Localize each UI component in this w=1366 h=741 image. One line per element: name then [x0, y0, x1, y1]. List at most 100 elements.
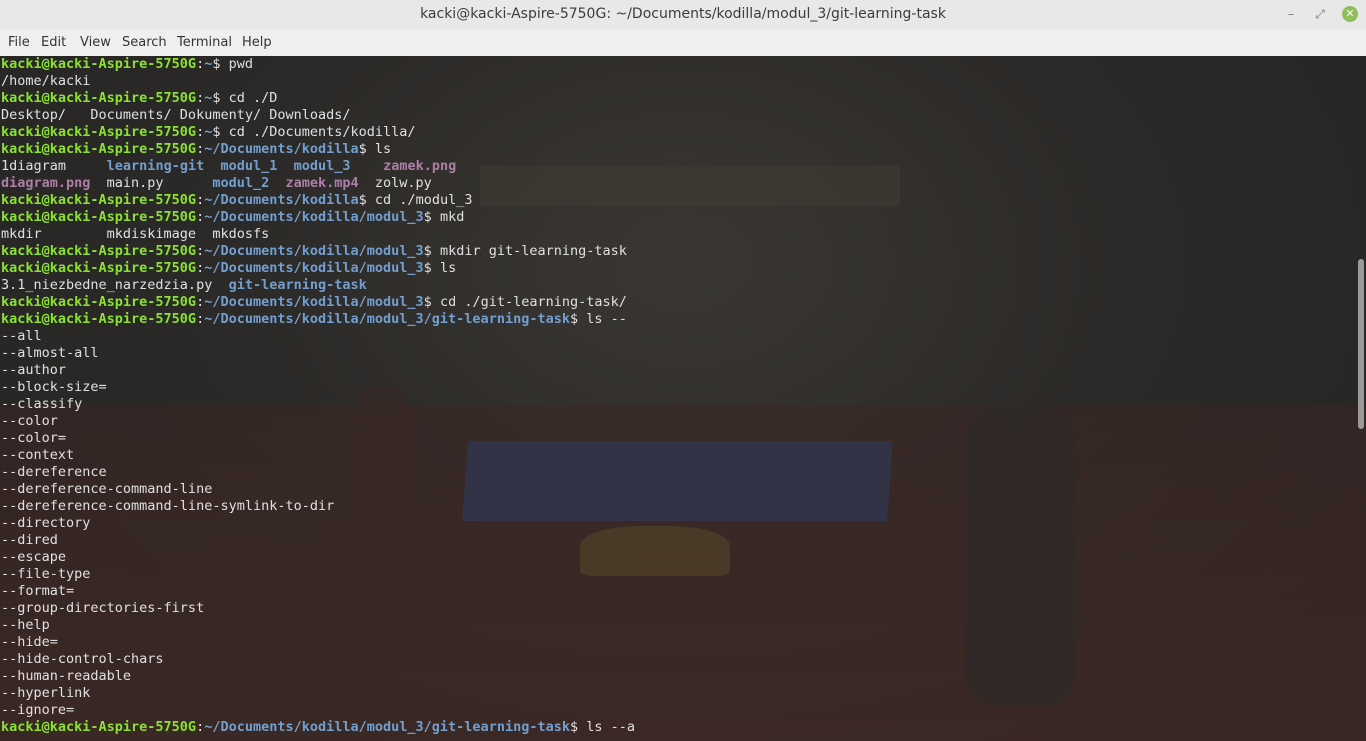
close-button[interactable]: ✕ — [1342, 6, 1358, 22]
prompt-symbol: $ — [358, 192, 367, 208]
output-text: --classify — [1, 396, 83, 412]
output-text: --context — [1, 447, 75, 463]
terminal-line: --hide-control-chars — [1, 651, 635, 668]
command-text: ls -- — [578, 311, 627, 327]
maximize-button[interactable]: ⤢ — [1312, 6, 1328, 22]
output-text: Desktop/ Documents/ Dokumenty/ Downloads… — [1, 107, 351, 123]
output-text: --all — [1, 328, 42, 344]
menu-file[interactable]: File — [8, 29, 30, 56]
output-text: --dereference — [1, 464, 107, 480]
directory-entry: modul_3 — [293, 158, 351, 174]
prompt-symbol: $ — [423, 243, 432, 259]
output-text: --group-directories-first — [1, 600, 205, 616]
prompt-separator: : — [196, 90, 205, 106]
file-entry: zolw.py — [358, 175, 432, 191]
terminal-line: --group-directories-first — [1, 600, 635, 617]
prompt-separator: : — [196, 260, 205, 276]
output-text: --hyperlink — [1, 685, 91, 701]
output-text: --almost-all — [1, 345, 99, 361]
command-text: ls — [431, 260, 457, 276]
terminal-line: kacki@kacki-Aspire-5750G:~$ pwd — [1, 56, 635, 73]
file-entry: 3.1_niezbedne_narzedzia.py — [1, 277, 229, 293]
prompt-user: kacki@kacki-Aspire-5750G — [1, 124, 197, 140]
terminal-line: kacki@kacki-Aspire-5750G:~/Documents/kod… — [1, 209, 635, 226]
terminal-line: --human-readable — [1, 668, 635, 685]
menu-terminal[interactable]: Terminal — [177, 29, 232, 56]
window-title: kacki@kacki-Aspire-5750G: ~/Documents/ko… — [420, 6, 946, 22]
terminal-line: 1diagram learning-git modul_1 modul_3 za… — [1, 158, 635, 175]
terminal-line: kacki@kacki-Aspire-5750G:~/Documents/kod… — [1, 141, 635, 158]
terminal-line: 3.1_niezbedne_narzedzia.py git-learning-… — [1, 277, 635, 294]
command-text: mkdir git-learning-task — [431, 243, 627, 259]
output-text: --hide= — [1, 634, 58, 650]
terminal-line: --context — [1, 447, 635, 464]
output-text: --directory — [1, 515, 91, 531]
terminal-scrollbar[interactable] — [1356, 56, 1366, 741]
output-text: --author — [1, 362, 67, 378]
terminal-line: diagram.png main.py modul_2 zamek.mp4 zo… — [1, 175, 635, 192]
output-text: --color — [1, 413, 58, 429]
command-text: cd ./D — [220, 90, 278, 106]
file-entry — [277, 158, 293, 174]
output-text: /home/kacki — [1, 73, 91, 89]
prompt-separator: : — [196, 243, 205, 259]
menu-bar: File Edit View Search Terminal Help — [0, 29, 1366, 57]
file-entry — [269, 175, 285, 191]
output-text: --hide-control-chars — [1, 651, 164, 667]
scrollbar-thumb[interactable] — [1358, 259, 1364, 429]
terminal-line: --help — [1, 617, 635, 634]
command-text: cd ./git-learning-task/ — [431, 294, 627, 310]
media-file-entry: zamek.png — [383, 158, 457, 174]
file-entry: main.py — [90, 175, 213, 191]
prompt-user: kacki@kacki-Aspire-5750G — [1, 243, 197, 259]
command-text: cd ./Documents/kodilla/ — [220, 124, 416, 140]
prompt-path: ~/Documents/kodilla/modul_3 — [204, 209, 424, 225]
menu-search[interactable]: Search — [122, 29, 167, 56]
minimize-button[interactable]: – — [1283, 6, 1299, 22]
prompt-separator: : — [196, 124, 205, 140]
terminal-line: --dereference-command-line-symlink-to-di… — [1, 498, 635, 515]
terminal-area[interactable]: kacki@kacki-Aspire-5750G:~$ pwd/home/kac… — [0, 56, 1366, 741]
prompt-path: ~/Documents/kodilla/modul_3/git-learning… — [204, 719, 570, 735]
prompt-symbol: $ — [212, 90, 221, 106]
directory-entry: git-learning-task — [228, 277, 367, 293]
output-text: --block-size= — [1, 379, 107, 395]
file-entry — [351, 158, 384, 174]
prompt-user: kacki@kacki-Aspire-5750G — [1, 90, 197, 106]
terminal-line: --dereference — [1, 464, 635, 481]
terminal-line: --all — [1, 328, 635, 345]
prompt-path: ~/Documents/kodilla/modul_3 — [204, 260, 424, 276]
prompt-path: ~/Documents/kodilla — [204, 141, 359, 157]
output-text: --color= — [1, 430, 67, 446]
menu-view[interactable]: View — [80, 29, 111, 56]
directory-entry: modul_1 — [220, 158, 278, 174]
prompt-symbol: $ — [212, 124, 221, 140]
output-text: --dereference-command-line — [1, 481, 213, 497]
terminal-line: --hide= — [1, 634, 635, 651]
prompt-symbol: $ — [212, 56, 221, 72]
prompt-symbol: $ — [358, 141, 367, 157]
terminal-line: --file-type — [1, 566, 635, 583]
prompt-separator: : — [196, 141, 205, 157]
media-file-entry: diagram.png — [1, 175, 91, 191]
directory-entry: learning-git — [106, 158, 205, 174]
terminal-line: Desktop/ Documents/ Dokumenty/ Downloads… — [1, 107, 635, 124]
terminal-line: kacki@kacki-Aspire-5750G:~/Documents/kod… — [1, 294, 635, 311]
prompt-separator: : — [196, 311, 205, 327]
prompt-separator: : — [196, 294, 205, 310]
terminal-line: --escape — [1, 549, 635, 566]
file-entry: 1diagram — [1, 158, 107, 174]
background-wallpaper-player-right — [965, 406, 1075, 706]
terminal-line: mkdir mkdiskimage mkdosfs — [1, 226, 635, 243]
menu-edit[interactable]: Edit — [41, 29, 66, 56]
terminal-line: kacki@kacki-Aspire-5750G:~/Documents/kod… — [1, 243, 635, 260]
terminal-line: --color= — [1, 430, 635, 447]
terminal-line: --format= — [1, 583, 635, 600]
prompt-user: kacki@kacki-Aspire-5750G — [1, 192, 197, 208]
prompt-symbol: $ — [423, 260, 432, 276]
terminal-line: --author — [1, 362, 635, 379]
output-text: --format= — [1, 583, 75, 599]
output-text: --help — [1, 617, 50, 633]
terminal-line: --almost-all — [1, 345, 635, 362]
menu-help[interactable]: Help — [242, 29, 272, 56]
